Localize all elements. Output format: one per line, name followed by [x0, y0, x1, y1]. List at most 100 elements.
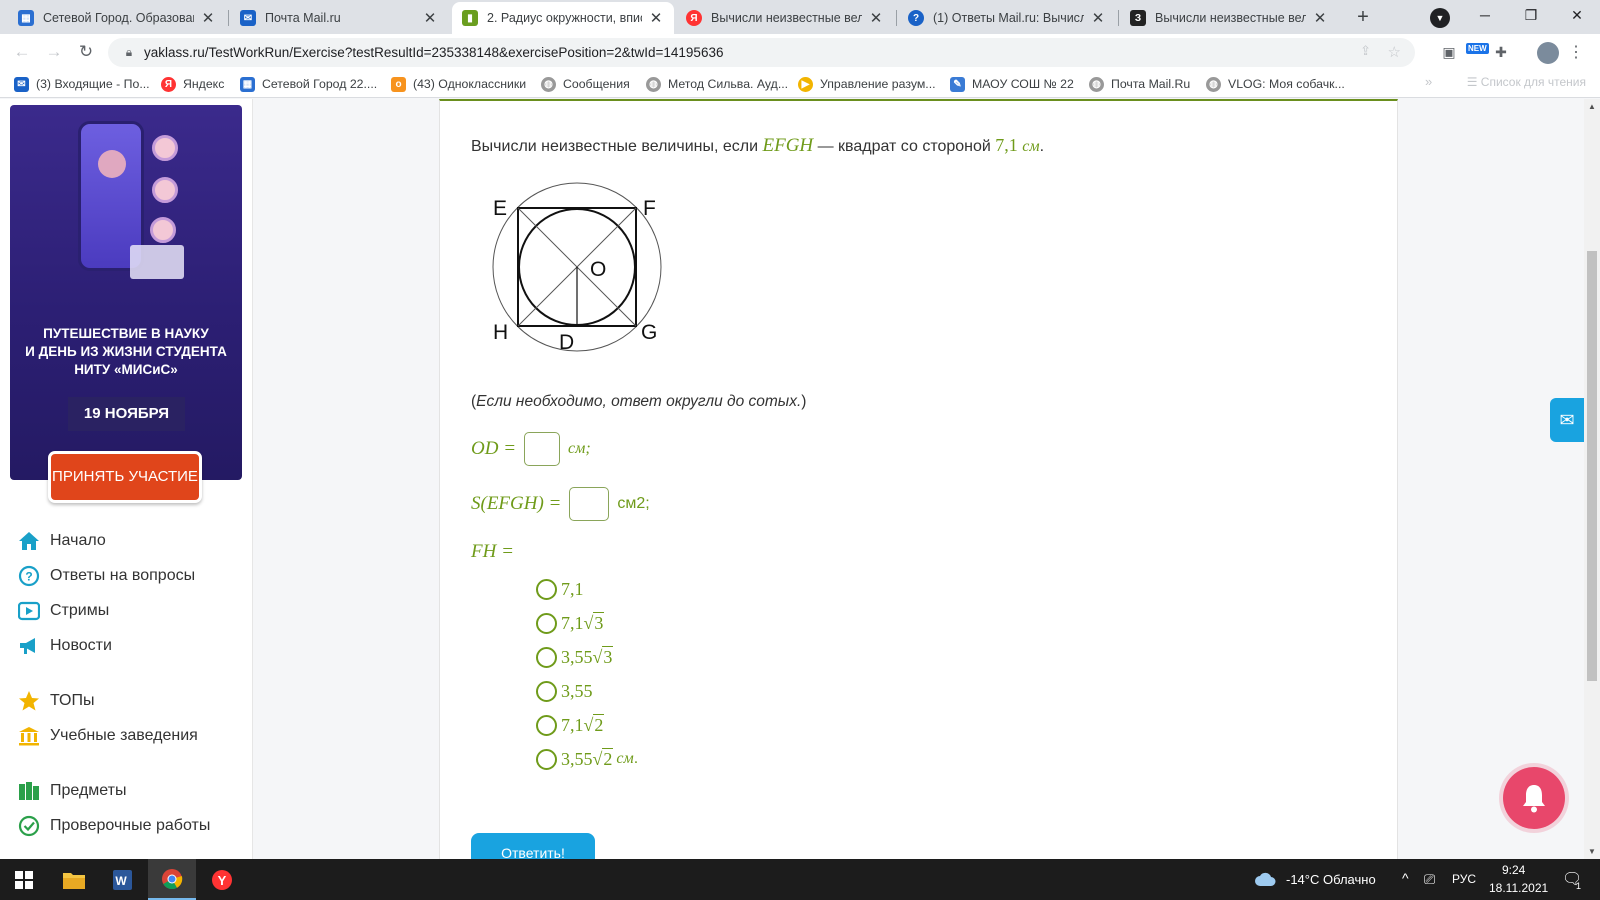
option-5[interactable]: 7,1 √2 — [536, 713, 605, 737]
radio-button[interactable] — [536, 646, 557, 668]
bookmark-item[interactable]: ▶ Управление разум... — [798, 75, 936, 93]
clock-date[interactable]: 18.11.2021 — [1489, 881, 1548, 895]
bookmark-item[interactable]: о (43) Одноклассники — [391, 75, 526, 93]
page-content: ПУТЕШЕСТВИЕ В НАУКУ И ДЕНЬ ИЗ ЖИЗНИ СТУД… — [0, 99, 1584, 859]
clock-time[interactable]: 9:24 — [1502, 863, 1525, 877]
globe-icon: ◍ — [646, 76, 661, 92]
tab-5[interactable]: ? (1) Ответы Mail.ru: Вычисли н ✕ — [898, 2, 1116, 34]
menu-icon[interactable]: ⋮ — [1568, 42, 1584, 62]
profile-avatar[interactable] — [1537, 42, 1559, 64]
tray-chevron-icon[interactable]: ^ — [1402, 870, 1409, 886]
bookmark-label: Почта Mail.Ru — [1111, 77, 1191, 91]
nav-item-streams[interactable]: Стримы — [18, 599, 109, 623]
close-icon[interactable]: ✕ — [648, 9, 664, 27]
nav-item-home[interactable]: Начало — [18, 529, 106, 553]
notification-count: 1 — [1576, 881, 1582, 891]
language-indicator[interactable]: РУС — [1452, 872, 1476, 886]
puzzle-icon[interactable]: ✚ — [1490, 42, 1512, 62]
radio-button[interactable] — [536, 748, 557, 770]
geometry-figure: E F G H O D — [492, 182, 662, 354]
radio-button[interactable] — [536, 612, 557, 634]
option-value: 7,1 — [561, 578, 584, 599]
radio-button[interactable] — [536, 680, 557, 702]
close-icon[interactable]: ✕ — [868, 9, 884, 27]
svg-text:?: ? — [25, 570, 32, 584]
page-scrollbar[interactable]: ▲ ▼ — [1584, 99, 1600, 859]
windows-start-icon[interactable] — [0, 859, 48, 900]
nav-item-tests[interactable]: Проверочные работы — [18, 814, 210, 838]
feedback-mail-button[interactable]: ✉ — [1550, 398, 1584, 442]
extension-icon[interactable]: ▣ — [1438, 42, 1460, 62]
bookmark-item[interactable]: ✎ МАОУ СОШ № 22 — [950, 75, 1074, 93]
radio-button[interactable] — [536, 714, 557, 736]
scrollbar-thumb[interactable] — [1587, 251, 1597, 681]
bookmark-item[interactable]: ◍ Сообщения — [541, 75, 630, 93]
bookmark-item[interactable]: Я Яндекс — [161, 75, 224, 93]
tab-4[interactable]: Я Вычисли неизвестные велич ✕ — [676, 2, 894, 34]
close-icon[interactable]: ✕ — [200, 9, 216, 27]
option-2[interactable]: 7,1 √3 — [536, 611, 605, 635]
minimize-icon[interactable]: ─ — [1462, 0, 1508, 30]
bookmark-item[interactable]: ◍ Почта Mail.Ru — [1089, 75, 1190, 93]
participate-button[interactable]: ПРИНЯТЬ УЧАСТИЕ — [48, 451, 202, 503]
tab-6[interactable]: З Вычисли неизвестные велич ✕ — [1120, 2, 1338, 34]
address-bar[interactable]: 🔒︎ yaklass.ru/TestWorkRun/Exercise?testR… — [108, 38, 1415, 67]
share-icon[interactable]: ⇪ — [1360, 43, 1371, 59]
option-4[interactable]: 3,55 — [536, 679, 593, 703]
mail-icon: ✉ — [240, 10, 256, 26]
submit-answer-button[interactable]: Ответить! — [471, 833, 595, 859]
close-icon[interactable]: ✕ — [1312, 9, 1328, 27]
nav-item-subjects[interactable]: Предметы — [18, 779, 126, 803]
tab-strip: ▦ Сетевой Город. Образовани ✕ ✉ Почта Ma… — [0, 0, 1600, 34]
lock-icon[interactable]: 🔒︎ — [114, 45, 144, 60]
network-icon[interactable]: ⎚ — [1424, 871, 1435, 888]
bookmark-item[interactable]: ◍ Метод Сильва. Ауд... — [646, 75, 788, 93]
bookmark-star-icon[interactable]: ☆ — [1388, 43, 1401, 61]
radio-button[interactable] — [536, 578, 557, 600]
close-window-icon[interactable]: ✕ — [1554, 0, 1600, 30]
nav-item-answers[interactable]: ? Ответы на вопросы — [18, 564, 195, 588]
grid-icon: ▦ — [240, 76, 255, 92]
check-circle-icon — [18, 815, 40, 837]
tab-search-icon[interactable]: ▼ — [1430, 8, 1450, 28]
ad-banner[interactable]: ПУТЕШЕСТВИЕ В НАУКУ И ДЕНЬ ИЗ ЖИЗНИ СТУД… — [10, 105, 242, 480]
back-icon[interactable]: ← — [10, 40, 34, 64]
restore-icon[interactable]: ❐ — [1508, 0, 1554, 30]
reload-icon[interactable]: ↻ — [74, 40, 98, 64]
question-circle-icon: ? — [18, 565, 40, 587]
option-6[interactable]: 3,55 √2 см. — [536, 747, 638, 771]
weather-text[interactable]: -14°C Облачно — [1286, 872, 1376, 887]
more-bookmarks-icon[interactable]: » — [1425, 74, 1432, 89]
yandex-browser-icon[interactable]: Y — [198, 859, 246, 900]
nav-item-tops[interactable]: ТОПы — [18, 689, 95, 713]
label-g: G — [641, 321, 657, 344]
bookmark-item[interactable]: ▦ Сетевой Город 22.... — [240, 75, 377, 93]
area-row: S(EFGH) = см 2; — [471, 487, 650, 521]
od-input[interactable] — [524, 432, 561, 466]
close-icon[interactable]: ✕ — [422, 9, 438, 27]
nav-item-news[interactable]: Новости — [18, 634, 112, 658]
new-tab-button[interactable]: + — [1350, 6, 1376, 30]
tab-2[interactable]: ✉ Почта Mail.ru ✕ — [230, 2, 448, 34]
bookmark-label: Управление разум... — [820, 77, 936, 91]
tab-1[interactable]: ▦ Сетевой Город. Образовани ✕ — [8, 2, 226, 34]
bookmark-item[interactable]: ◍ VLOG: Моя собачк... — [1206, 75, 1345, 93]
word-icon[interactable]: W — [98, 859, 146, 900]
file-explorer-icon[interactable] — [50, 859, 98, 900]
option-1[interactable]: 7,1 — [536, 577, 584, 601]
area-input[interactable] — [569, 487, 610, 521]
bookmark-item[interactable]: ✉ (3) Входящие - По... — [14, 75, 150, 93]
scroll-up-icon[interactable]: ▲ — [1584, 102, 1600, 111]
nav-item-schools[interactable]: Учебные заведения — [18, 724, 198, 748]
notifications-bell-button[interactable] — [1503, 767, 1565, 829]
close-icon[interactable]: ✕ — [1090, 9, 1106, 27]
scroll-down-icon[interactable]: ▼ — [1584, 847, 1600, 856]
new-badge[interactable]: NEW — [1466, 43, 1489, 54]
reading-list[interactable]: ☰ Список для чтения — [1467, 75, 1586, 89]
option-3[interactable]: 3,55 √3 — [536, 645, 614, 669]
chrome-icon[interactable] — [148, 859, 196, 900]
svg-text:Y: Y — [218, 873, 227, 888]
forward-icon[interactable]: → — [42, 40, 66, 64]
tab-separator — [896, 10, 897, 26]
tab-3-active[interactable]: ▮ 2. Радиус окружности, вписа ✕ — [452, 2, 674, 34]
